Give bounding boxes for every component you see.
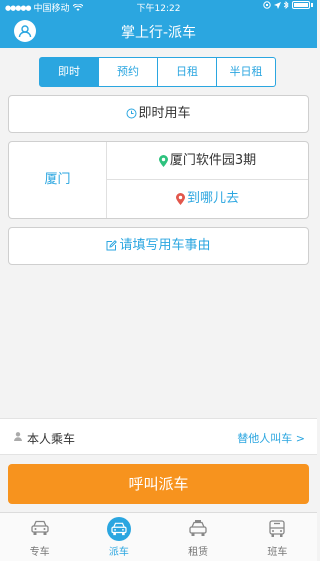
city-select[interactable]: 厦门 (9, 142, 107, 218)
car-icon (111, 522, 127, 536)
destination-label: 到哪儿去 (186, 191, 239, 206)
tab-shuttle-bus[interactable]: 班车 (238, 513, 317, 561)
nav-bar: 掌上行-派车 (0, 14, 317, 48)
destination-location[interactable]: 到哪儿去 (107, 180, 308, 218)
mode-segmented-control: 即时 预约 日租 半日租 (39, 57, 276, 87)
battery-icon (292, 1, 310, 9)
bluetooth-icon (284, 1, 289, 9)
time-select-label: 即时用车 (138, 106, 191, 121)
tab-private-car[interactable]: 专车 (0, 513, 79, 561)
tab-private-car-label: 专车 (29, 547, 50, 558)
trip-reason-label: 请填写用车事由 (119, 238, 211, 253)
trip-reason-button[interactable]: 请填写用车事由 (8, 227, 309, 265)
battery-tip (311, 3, 313, 7)
segment-reservation[interactable]: 预约 (99, 58, 158, 86)
tab-shuttle-bus-label: 班车 (267, 547, 288, 558)
pickup-pin-icon (158, 154, 168, 167)
car-icon (30, 520, 49, 535)
pickup-location[interactable]: 厦门软件园3期 (107, 142, 308, 180)
bus-icon (269, 520, 286, 537)
segment-half-day-rent[interactable]: 半日租 (217, 58, 275, 86)
route-card: 厦门 厦门软件园3期 到哪儿去 (8, 141, 309, 219)
call-car-button[interactable]: 呼叫派车 (8, 464, 309, 504)
time-select-button[interactable]: 即时用车 (8, 95, 309, 133)
taxi-icon (189, 520, 207, 536)
tab-dispatch-car-label: 派车 (108, 547, 129, 558)
location-arrow-icon (274, 1, 281, 9)
edit-icon (106, 240, 118, 251)
page-title: 掌上行-派车 (120, 25, 197, 41)
person-icon (14, 432, 22, 441)
tab-bar: 专车 派车 租赁 班车 (0, 512, 317, 561)
status-bar: ●●●●● 中国移动 下午12:22 (0, 0, 317, 14)
call-for-others-link[interactable]: 替他人叫车 > (237, 430, 305, 446)
tab-dispatch-car[interactable]: 派车 (79, 513, 158, 561)
self-ride-label: 本人乘车 (27, 432, 76, 446)
segment-instant[interactable]: 即时 (40, 58, 99, 86)
clock-icon (126, 108, 137, 119)
tab-rental-label: 租赁 (188, 547, 209, 558)
passenger-bar: 本人乘车 替他人叫车 > (0, 418, 317, 455)
lock-rotation-icon (263, 1, 271, 9)
destination-pin-icon (175, 192, 185, 205)
tab-rental[interactable]: 租赁 (159, 513, 238, 561)
segment-daily-rent[interactable]: 日租 (158, 58, 217, 86)
pickup-label: 厦门软件园3期 (169, 153, 257, 168)
status-right (263, 1, 313, 9)
